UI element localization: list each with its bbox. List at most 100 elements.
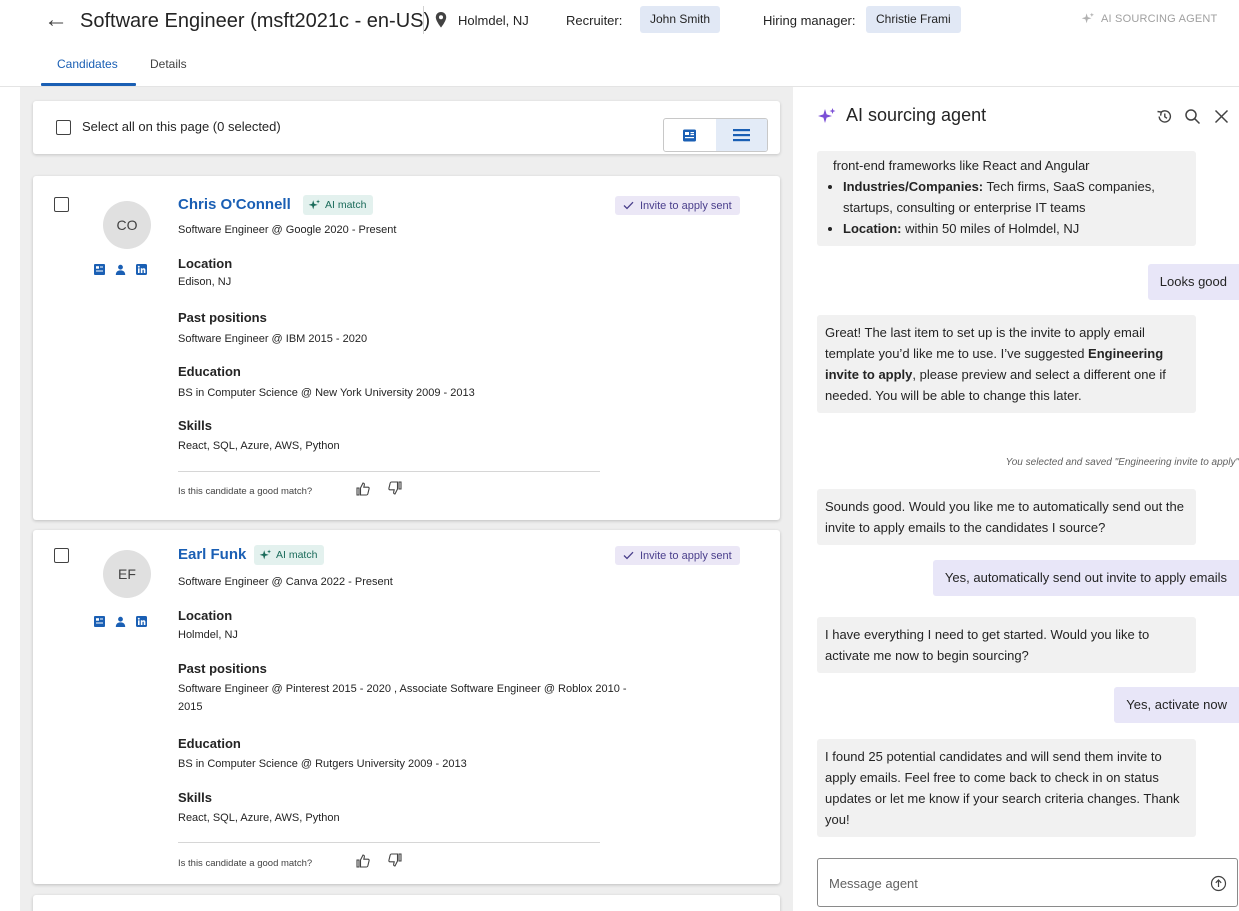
agent-message: Great! The last item to set up is the in…: [817, 315, 1196, 413]
header-divider: [423, 6, 424, 34]
agent-message: I have everything I need to get started.…: [817, 617, 1196, 673]
message-text: front-end frameworks like React and Angu…: [833, 158, 1090, 173]
feedback-question: Is this candidate a good match?: [178, 858, 313, 869]
profile-links: [94, 616, 147, 627]
user-message: Yes, automatically send out invite to ap…: [932, 560, 1239, 596]
profile-links: [94, 264, 147, 275]
skills-title: Skills: [178, 418, 212, 433]
view-toggle: [663, 118, 768, 152]
job-location: Holmdel, NJ: [458, 13, 529, 28]
person-icon[interactable]: [115, 616, 126, 627]
select-all-label: Select all on this page (0 selected): [82, 119, 281, 134]
candidate-card: CO Chris O'Connell AI match Invite to ap…: [33, 176, 780, 520]
agent-message: Sounds good. Would you like me to automa…: [817, 489, 1196, 545]
sparkle-icon: [818, 108, 836, 123]
thumbs-down-icon[interactable]: [388, 853, 402, 867]
ai-match-label: AI match: [325, 199, 367, 211]
avatar: CO: [103, 201, 151, 249]
user-message: Looks good: [1147, 264, 1239, 300]
checkmark-icon: [623, 201, 634, 210]
education-title: Education: [178, 736, 241, 751]
hiring-manager-chip[interactable]: Christie Frami: [866, 6, 961, 33]
skills-value: React, SQL, Azure, AWS, Python: [178, 812, 340, 824]
send-icon[interactable]: [1210, 875, 1227, 892]
user-message: Yes, activate now: [1114, 687, 1239, 723]
candidate-name[interactable]: Chris O'Connell: [178, 196, 291, 213]
skills-value: React, SQL, Azure, AWS, Python: [178, 440, 340, 452]
message-input-box: [817, 858, 1238, 907]
thumbs-up-icon[interactable]: [356, 854, 370, 868]
search-icon[interactable]: [1184, 108, 1201, 125]
location-value: Holmdel, NJ: [178, 629, 238, 641]
location-pin-icon: [435, 12, 447, 28]
message-bullet: Industries/Companies: Tech firms, SaaS c…: [843, 176, 1188, 218]
agent-message: I found 25 potential candidates and will…: [817, 739, 1196, 837]
close-icon[interactable]: [1213, 108, 1230, 125]
select-all-bar: Select all on this page (0 selected): [33, 101, 780, 154]
resume-icon[interactable]: [94, 616, 105, 627]
sparkle-icon: [259, 549, 272, 559]
thumbs-up-icon[interactable]: [356, 482, 370, 496]
ai-agent-panel: AI sourcing agent front-end frameworks l…: [795, 87, 1239, 911]
page-header: ← Software Engineer (msft2021c - en-US) …: [0, 0, 1239, 44]
list-view-button[interactable]: [715, 119, 767, 151]
sparkle-icon: [308, 199, 321, 209]
checkmark-icon: [623, 551, 634, 560]
ai-sourcing-agent-label: AI SOURCING AGENT: [1101, 13, 1218, 25]
history-icon[interactable]: [1156, 108, 1173, 125]
card-divider: [178, 471, 600, 472]
job-title: Software Engineer (msft2021c - en-US): [80, 10, 431, 32]
location-title: Location: [178, 256, 233, 271]
ai-sourcing-agent-button[interactable]: AI SOURCING AGENT: [1081, 12, 1217, 26]
agent-message: front-end frameworks like React and Angu…: [817, 151, 1196, 246]
tab-candidates[interactable]: Candidates: [57, 57, 118, 71]
candidate-card: [33, 895, 780, 911]
past-positions-value: Software Engineer @ IBM 2015 - 2020: [178, 333, 368, 345]
avatar: EF: [103, 550, 151, 598]
candidate-card: EF Earl Funk AI match Invite to apply se…: [33, 530, 780, 884]
education-value: BS in Computer Science @ New York Univer…: [178, 387, 475, 399]
status-label: Invite to apply sent: [640, 199, 732, 212]
bullet-label: Industries/Companies:: [843, 179, 984, 194]
card-view-button[interactable]: [664, 119, 716, 151]
ai-match-badge: AI match: [303, 195, 374, 215]
sparkle-icon: [1081, 12, 1094, 24]
ai-match-label: AI match: [276, 549, 318, 561]
ai-match-badge: AI match: [254, 545, 325, 565]
linkedin-icon[interactable]: [136, 616, 147, 627]
select-all-checkbox[interactable]: [56, 120, 71, 135]
candidate-checkbox[interactable]: [54, 197, 69, 212]
linkedin-icon[interactable]: [136, 264, 147, 275]
card-view-icon: [683, 129, 697, 141]
bullet-text: within 50 miles of Holmdel, NJ: [901, 221, 1080, 236]
candidate-headline: Software Engineer @ Canva 2022 - Present: [178, 576, 393, 588]
education-value: BS in Computer Science @ Rutgers Univers…: [178, 758, 467, 770]
recruiter-chip[interactable]: John Smith: [640, 6, 721, 33]
location-title: Location: [178, 608, 233, 623]
agent-panel-title: AI sourcing agent: [846, 105, 987, 125]
recruiter-label: Recruiter:: [566, 13, 623, 28]
bullet-label: Location:: [843, 221, 902, 236]
past-positions-title: Past positions: [178, 310, 267, 325]
list-view-icon: [732, 129, 750, 142]
hiring-manager-label: Hiring manager:: [763, 13, 856, 28]
location-value: Edison, NJ: [178, 276, 232, 288]
candidate-checkbox[interactable]: [54, 548, 69, 563]
candidate-headline: Software Engineer @ Google 2020 - Presen…: [178, 224, 397, 236]
selection-note: You selected and saved "Engineering invi…: [1005, 457, 1239, 468]
past-positions-title: Past positions: [178, 661, 267, 676]
resume-icon[interactable]: [94, 264, 105, 275]
tab-details[interactable]: Details: [150, 57, 187, 71]
past-positions-value: Software Engineer @ Pinterest 2015 - 202…: [178, 683, 627, 713]
card-divider: [178, 842, 600, 843]
candidate-name[interactable]: Earl Funk: [178, 546, 246, 563]
thumbs-down-icon[interactable]: [388, 481, 402, 495]
feedback-question: Is this candidate a good match?: [178, 486, 313, 497]
back-arrow-icon[interactable]: ←: [44, 6, 68, 34]
candidates-panel: Select all on this page (0 selected) CO …: [20, 87, 793, 911]
skills-title: Skills: [178, 790, 212, 805]
education-title: Education: [178, 364, 241, 379]
message-input[interactable]: [829, 873, 1189, 893]
status-badge: Invite to apply sent: [615, 196, 740, 215]
person-icon[interactable]: [115, 264, 126, 275]
